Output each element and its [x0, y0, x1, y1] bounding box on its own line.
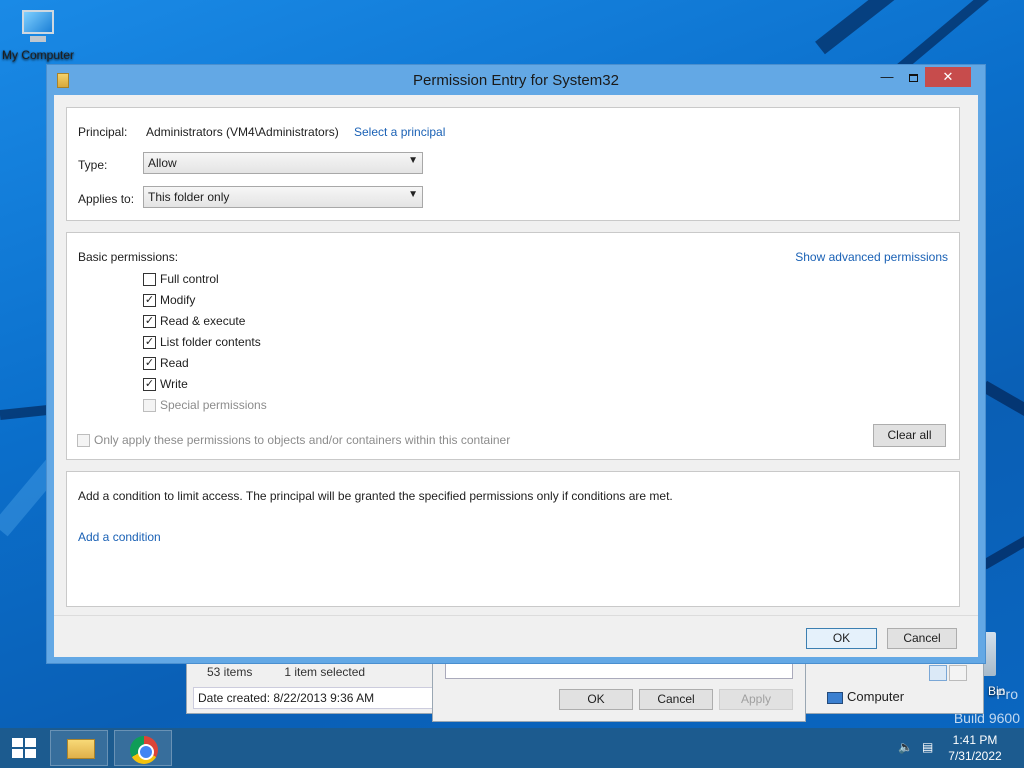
clock-date: 7/31/2022	[948, 749, 1002, 763]
only-apply-label: Only apply these permissions to objects …	[94, 433, 511, 447]
permission-checkbox[interactable]: ✓	[143, 294, 156, 308]
principal-group: Principal: Administrators (VM4\Administr…	[66, 107, 960, 221]
show-advanced-permissions-link[interactable]: Show advanced permissions	[795, 250, 948, 264]
taskbar-chrome[interactable]	[114, 730, 172, 766]
windows-logo-icon	[12, 738, 36, 758]
computer-location-label: Computer	[847, 689, 905, 704]
volume-muted-icon[interactable]: 🔈	[898, 740, 913, 754]
dialog-footer: OK Cancel	[54, 615, 978, 657]
permission-label: List folder contents	[160, 335, 261, 349]
items-selected: 1 item selected	[284, 665, 366, 679]
clock-time: 1:41 PM	[952, 733, 998, 747]
dialog-client: Principal: Administrators (VM4\Administr…	[54, 95, 978, 657]
add-condition-link[interactable]: Add a condition	[78, 530, 161, 544]
wallpaper-beam	[981, 380, 1024, 432]
dialog-titlebar[interactable]: Permission Entry for System32 — ✕	[47, 65, 985, 95]
permission-checkbox[interactable]: ✓	[143, 357, 156, 371]
permission-row[interactable]: ✓ List folder contents	[143, 335, 261, 351]
properties-apply-button: Apply	[719, 689, 793, 710]
network-icon[interactable]: ▤	[922, 740, 936, 754]
permission-label: Read & execute	[160, 314, 246, 328]
select-principal-link[interactable]: Select a principal	[354, 125, 445, 139]
watermark-edition: Pro	[996, 686, 1018, 702]
maximize-icon	[908, 73, 918, 82]
date-created: Date created: 8/22/2013 9:36 AM	[193, 687, 433, 709]
condition-group: Add a condition to limit access. The pri…	[66, 471, 960, 607]
permission-checkbox[interactable]	[143, 273, 156, 287]
permission-checkbox[interactable]: ✓	[143, 315, 156, 329]
applies-to-select-value: This folder only	[148, 190, 230, 204]
clear-all-button[interactable]: Clear all	[873, 424, 946, 447]
desktop-icon-label: My Computer	[2, 48, 75, 62]
permission-row[interactable]: ✓ Modify	[143, 293, 195, 309]
close-icon: ✕	[942, 69, 954, 84]
properties-field	[445, 663, 793, 679]
chrome-icon	[130, 736, 158, 764]
close-button[interactable]: ✕	[925, 67, 971, 87]
minimize-button[interactable]: —	[873, 67, 901, 87]
basic-permissions-label: Basic permissions:	[78, 250, 179, 264]
view-buttons	[929, 665, 969, 684]
clock[interactable]: 1:41 PM 7/31/2022	[940, 732, 1010, 764]
permission-row[interactable]: ✓ Read	[143, 356, 189, 372]
taskbar-file-explorer[interactable]	[50, 730, 108, 766]
my-computer-desktop-icon[interactable]: My Computer	[2, 8, 74, 62]
permission-checkbox[interactable]: ✓	[143, 378, 156, 392]
type-label: Type:	[78, 158, 108, 172]
applies-to-label: Applies to:	[78, 192, 135, 206]
ok-button[interactable]: OK	[806, 628, 877, 649]
permissions-group: Basic permissions: Show advanced permiss…	[66, 232, 960, 460]
only-apply-option: Only apply these permissions to objects …	[77, 433, 511, 448]
condition-description: Add a condition to limit access. The pri…	[78, 489, 673, 503]
wallpaper-beam	[981, 520, 1024, 570]
desktop: My Computer Bin Pro Build 9600 53 items 1…	[0, 0, 1024, 728]
file-explorer-icon	[67, 739, 95, 759]
type-select[interactable]: Allow ▼	[143, 152, 423, 174]
properties-cancel-button[interactable]: Cancel	[639, 689, 713, 710]
explorer-status-bar: 53 items 1 item selected	[193, 665, 433, 685]
chevron-down-icon: ▼	[408, 189, 418, 200]
permission-row: Special permissions	[143, 398, 267, 414]
permission-entry-dialog: Permission Entry for System32 — ✕ Princi…	[46, 64, 986, 664]
items-count: 53 items	[207, 665, 253, 679]
taskbar: 🔈 ▤ 1:41 PM 7/31/2022	[0, 728, 1024, 768]
principal-label: Principal:	[78, 125, 128, 139]
computer-location: Computer	[827, 689, 904, 704]
cancel-button[interactable]: Cancel	[887, 628, 957, 649]
dialog-title: Permission Entry for System32	[413, 72, 619, 89]
maximize-button[interactable]	[899, 67, 927, 87]
large-icons-view-button[interactable]	[949, 665, 967, 681]
permission-row[interactable]: Full control	[143, 272, 219, 288]
only-apply-checkbox	[77, 434, 90, 448]
chevron-down-icon: ▼	[408, 155, 418, 166]
permission-checkbox[interactable]: ✓	[143, 336, 156, 350]
permission-label: Full control	[160, 272, 219, 286]
computer-icon	[16, 8, 60, 48]
applies-to-select[interactable]: This folder only ▼	[143, 186, 423, 208]
permission-label: Modify	[160, 293, 196, 307]
properties-ok-button[interactable]: OK	[559, 689, 633, 710]
permission-row[interactable]: ✓ Write	[143, 377, 188, 393]
permission-checkbox	[143, 399, 156, 413]
permission-label: Write	[160, 377, 188, 391]
start-button[interactable]	[0, 728, 48, 768]
details-view-button[interactable]	[929, 665, 947, 681]
permission-row[interactable]: ✓ Read & execute	[143, 314, 245, 330]
permission-label: Special permissions	[160, 398, 267, 412]
type-select-value: Allow	[148, 156, 177, 170]
computer-icon	[827, 691, 843, 704]
principal-value: Administrators (VM4\Administrators)	[146, 125, 339, 139]
properties-dialog: OK Cancel Apply	[432, 654, 806, 722]
permission-label: Read	[160, 356, 189, 370]
